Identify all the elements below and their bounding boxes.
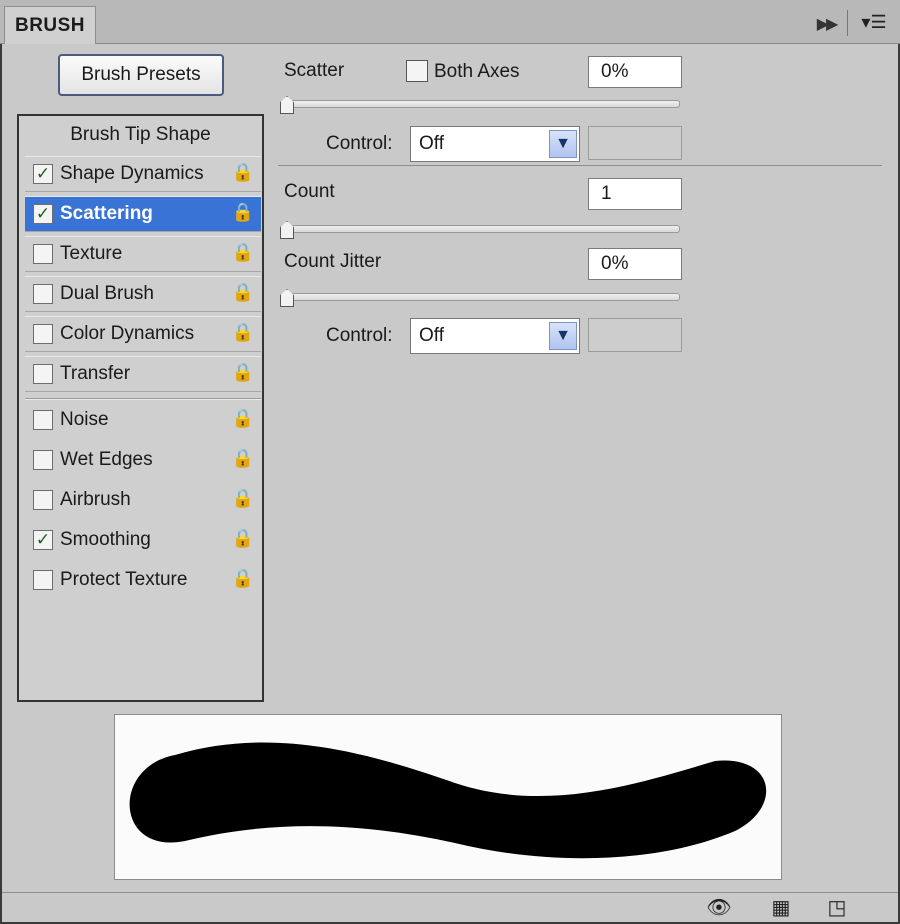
- control-dropdown[interactable]: Off ▼: [410, 126, 580, 162]
- both-axes-label: Both Axes: [434, 61, 520, 82]
- scatter-value-field[interactable]: 0%: [588, 56, 682, 88]
- scatter-label: Scatter: [284, 60, 345, 81]
- both-axes-checkbox[interactable]: [406, 60, 428, 82]
- brush-stroke-preview: [114, 714, 782, 880]
- option-label: Protect Texture: [60, 569, 188, 590]
- option-texture[interactable]: Texture 🔒: [25, 236, 261, 272]
- count-value-field[interactable]: 1: [588, 178, 682, 210]
- brush-tip-shape-item[interactable]: Brush Tip Shape: [19, 116, 262, 154]
- option-noise[interactable]: Noise 🔒: [25, 402, 261, 438]
- scatter-slider-track[interactable]: [280, 100, 680, 108]
- control-extra-field: [588, 126, 682, 160]
- checkbox[interactable]: [33, 364, 53, 384]
- option-transfer[interactable]: Transfer 🔒: [25, 356, 261, 392]
- option-dual-brush[interactable]: Dual Brush 🔒: [25, 276, 261, 312]
- header-divider: [847, 10, 848, 36]
- option-label: Wet Edges: [60, 449, 153, 470]
- count-jitter-value-field[interactable]: 0%: [588, 248, 682, 280]
- lock-icon[interactable]: 🔒: [231, 528, 255, 552]
- lock-icon[interactable]: 🔒: [231, 488, 255, 512]
- control-value-2: Off: [419, 325, 444, 346]
- option-label: Smoothing: [60, 529, 151, 550]
- control-label-2: Control:: [326, 325, 393, 346]
- control-value: Off: [419, 133, 444, 154]
- option-label: Dual Brush: [60, 283, 154, 304]
- section-divider: [278, 165, 882, 166]
- lock-icon[interactable]: 🔒: [231, 448, 255, 472]
- count-slider-track[interactable]: [280, 225, 680, 233]
- checkbox[interactable]: [33, 324, 53, 344]
- checkbox[interactable]: [33, 450, 53, 470]
- lock-icon[interactable]: 🔒: [231, 408, 255, 432]
- checkbox[interactable]: [33, 284, 53, 304]
- chevron-down-icon[interactable]: ▼: [549, 130, 577, 158]
- collapse-icon[interactable]: ▶▶: [812, 14, 840, 34]
- lock-icon[interactable]: 🔒: [231, 242, 255, 266]
- new-preset-icon[interactable]: ◳: [824, 895, 850, 921]
- panel-menu-icon[interactable]: ▾☰: [856, 12, 892, 34]
- option-protect-texture[interactable]: Protect Texture 🔒: [25, 562, 261, 598]
- option-smoothing[interactable]: ✓ Smoothing 🔒: [25, 522, 261, 558]
- lock-icon[interactable]: 🔒: [231, 568, 255, 592]
- footer-divider: [2, 892, 898, 893]
- control-label: Control:: [326, 133, 393, 154]
- count-jitter-slider-track[interactable]: [280, 293, 680, 301]
- option-label: Color Dynamics: [60, 323, 195, 344]
- count-jitter-label: Count Jitter: [284, 251, 382, 272]
- option-label: Shape Dynamics: [60, 163, 204, 184]
- option-airbrush[interactable]: Airbrush 🔒: [25, 482, 261, 518]
- brush-stroke-shape: [129, 742, 767, 859]
- option-shape-dynamics[interactable]: ✓ Shape Dynamics 🔒: [25, 156, 261, 192]
- list-divider: [25, 398, 261, 400]
- option-label: Airbrush: [60, 489, 131, 510]
- checkbox[interactable]: [33, 410, 53, 430]
- lock-icon[interactable]: 🔒: [231, 322, 255, 346]
- lock-icon[interactable]: 🔒: [231, 162, 255, 186]
- lock-icon[interactable]: 🔒: [231, 362, 255, 386]
- chevron-down-icon[interactable]: ▼: [549, 322, 577, 350]
- brush-tab[interactable]: BRUSH: [4, 6, 96, 44]
- brush-presets-button[interactable]: Brush Presets: [58, 54, 224, 96]
- checkbox[interactable]: [33, 490, 53, 510]
- lock-icon[interactable]: 🔒: [231, 202, 255, 226]
- checkbox[interactable]: ✓: [33, 204, 53, 224]
- option-wet-edges[interactable]: Wet Edges 🔒: [25, 442, 261, 478]
- option-label: Transfer: [60, 363, 131, 384]
- brush-options-list: Brush Tip Shape ✓ Shape Dynamics 🔒 ✓ Sca…: [17, 114, 264, 702]
- option-label: Scattering: [60, 203, 153, 224]
- panel-header: BRUSH ▶▶ ▾☰: [0, 0, 900, 44]
- grid-panel-icon[interactable]: ▦: [766, 895, 796, 921]
- option-label: Noise: [60, 409, 109, 430]
- checkbox[interactable]: ✓: [33, 530, 53, 550]
- control-dropdown-2[interactable]: Off ▼: [410, 318, 580, 354]
- checkbox[interactable]: ✓: [33, 164, 53, 184]
- eye-brush-icon[interactable]: 👁: [698, 895, 740, 921]
- option-scattering[interactable]: ✓ Scattering 🔒: [25, 196, 261, 232]
- option-color-dynamics[interactable]: Color Dynamics 🔒: [25, 316, 261, 352]
- checkbox[interactable]: [33, 570, 53, 590]
- control-extra-field-2: [588, 318, 682, 352]
- lock-icon[interactable]: 🔒: [231, 282, 255, 306]
- option-label: Texture: [60, 243, 123, 264]
- checkbox[interactable]: [33, 244, 53, 264]
- count-label: Count: [284, 181, 335, 202]
